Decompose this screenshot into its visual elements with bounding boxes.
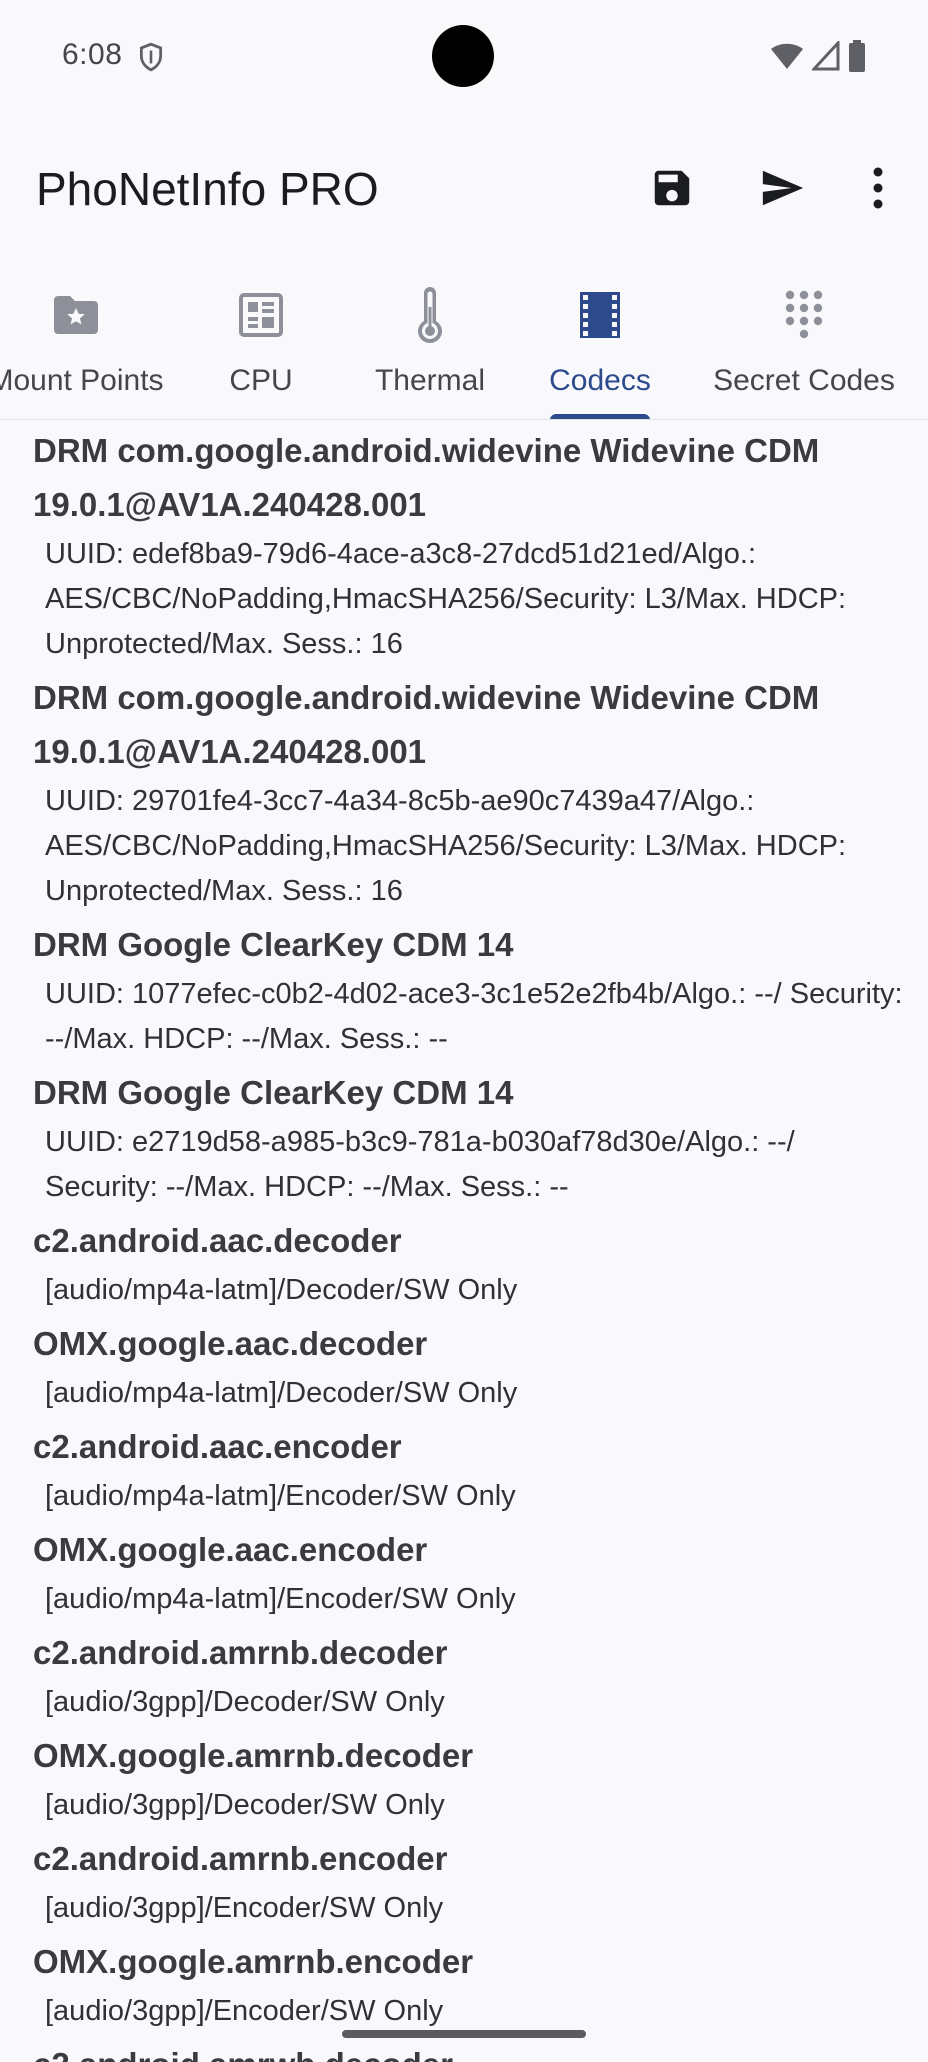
- codec-details: UUID: 29701fe4-3cc7-4a34-8c5b-ae90c7439a…: [45, 785, 847, 907]
- cpu-icon: [239, 293, 283, 337]
- list-item[interactable]: c2.android.aac.decoder [audio/mp4a-latm]/…: [33, 1214, 910, 1313]
- codec-details: [audio/mp4a-latm]/Encoder/SW Only: [45, 1583, 516, 1615]
- codec-name: DRM com.google.android.widevine Widevine…: [33, 432, 820, 523]
- tab-secret-codes[interactable]: Secret Codes: [696, 272, 912, 419]
- list-item[interactable]: c2.android.amrnb.decoder [audio/3gpp]/Dec…: [33, 1626, 910, 1725]
- more-options-button[interactable]: [848, 158, 908, 218]
- codec-details: [audio/3gpp]/Decoder/SW Only: [45, 1686, 445, 1718]
- list-item[interactable]: c2.android.amrwb.decoder: [33, 2038, 910, 2062]
- list-item[interactable]: DRM Google ClearKey CDM 14 UUID: 1077efec…: [33, 918, 910, 1062]
- codec-details: UUID: edef8ba9-79d6-4ace-a3c8-27dcd51d21…: [45, 538, 847, 660]
- top-app-bar: PhoNetInfo PRO: [0, 140, 928, 232]
- status-bar: 6:08: [0, 0, 928, 112]
- tab-mount-points[interactable]: Mount Points: [0, 272, 186, 419]
- film-icon: [580, 292, 620, 338]
- folder-star-icon: [54, 296, 98, 334]
- list-item[interactable]: c2.android.aac.encoder [audio/mp4a-latm]/…: [33, 1420, 910, 1519]
- tab-thermal[interactable]: Thermal: [362, 272, 498, 419]
- dialpad-icon: [785, 290, 823, 339]
- navigation-handle[interactable]: [342, 2030, 586, 2038]
- more-vert-icon: [873, 167, 883, 209]
- battery-icon: [849, 40, 865, 72]
- codec-name: OMX.google.amrnb.encoder: [33, 1943, 474, 1980]
- tab-cpu[interactable]: CPU: [200, 272, 322, 419]
- list-item[interactable]: OMX.google.aac.decoder [audio/mp4a-latm]/…: [33, 1317, 910, 1416]
- codec-list[interactable]: DRM com.google.android.widevine Widevine…: [0, 420, 928, 2062]
- codec-name: OMX.google.amrnb.decoder: [33, 1737, 474, 1774]
- list-item[interactable]: OMX.google.aac.encoder [audio/mp4a-latm]/…: [33, 1523, 910, 1622]
- codec-name: c2.android.amrnb.encoder: [33, 1840, 448, 1877]
- codec-name: c2.android.amrwb.decoder: [33, 2038, 910, 2062]
- codec-details: UUID: 1077efec-c0b2-4d02-ace3-3c1e52e2fb…: [45, 978, 903, 1055]
- codec-name: DRM com.google.android.widevine Widevine…: [33, 679, 820, 770]
- list-item[interactable]: DRM Google ClearKey CDM 14 UUID: e2719d58…: [33, 1066, 910, 1210]
- app-title: PhoNetInfo PRO: [36, 163, 379, 215]
- codec-details: [audio/mp4a-latm]/Encoder/SW Only: [45, 1480, 516, 1512]
- codec-name: DRM Google ClearKey CDM 14: [33, 1074, 514, 1111]
- signal-icon: [812, 41, 840, 71]
- save-button[interactable]: [642, 158, 702, 218]
- codec-name: OMX.google.aac.decoder: [33, 1325, 428, 1362]
- save-icon: [654, 170, 690, 206]
- codec-name: OMX.google.aac.encoder: [33, 1531, 428, 1568]
- list-item[interactable]: DRM com.google.android.widevine Widevine…: [33, 671, 910, 914]
- list-item[interactable]: DRM com.google.android.widevine Widevine…: [33, 424, 910, 667]
- codec-details: [audio/3gpp]/Decoder/SW Only: [45, 1789, 445, 1821]
- tab-codecs[interactable]: Codecs: [540, 272, 660, 419]
- list-item[interactable]: c2.android.amrnb.encoder [audio/3gpp]/Enc…: [33, 1832, 910, 1931]
- codec-name: c2.android.aac.decoder: [33, 1222, 402, 1259]
- status-icons: [770, 40, 866, 72]
- codec-name: DRM Google ClearKey CDM 14: [33, 926, 514, 963]
- wifi-icon: [771, 43, 803, 69]
- tab-bar: Mount Points CPU Thermal Codecs Secret C…: [0, 272, 928, 420]
- codec-details: UUID: e2719d58-a985-b3c9-781a-b030af78d3…: [45, 1126, 795, 1203]
- codec-details: [audio/mp4a-latm]/Decoder/SW Only: [45, 1274, 518, 1306]
- list-item[interactable]: OMX.google.amrnb.decoder [audio/3gpp]/Dec…: [33, 1729, 910, 1828]
- codec-details: [audio/3gpp]/Encoder/SW Only: [45, 1892, 444, 1924]
- list-item[interactable]: OMX.google.amrnb.encoder [audio/3gpp]/Enc…: [33, 1935, 910, 2034]
- codec-details: [audio/3gpp]/Encoder/SW Only: [45, 1995, 444, 2027]
- send-icon: [762, 170, 804, 206]
- send-button[interactable]: [752, 158, 812, 218]
- thermometer-icon: [418, 287, 442, 343]
- screen: 6:08 PhoNetInfo PRO Mount Points CPU The…: [0, 0, 928, 2062]
- camera-cutout: [432, 25, 494, 87]
- codec-name: c2.android.amrnb.decoder: [33, 1634, 448, 1671]
- shield-icon: [139, 42, 163, 72]
- codec-name: c2.android.aac.encoder: [33, 1428, 402, 1465]
- codec-details: [audio/mp4a-latm]/Decoder/SW Only: [45, 1377, 518, 1409]
- status-time: 6:08: [62, 38, 123, 71]
